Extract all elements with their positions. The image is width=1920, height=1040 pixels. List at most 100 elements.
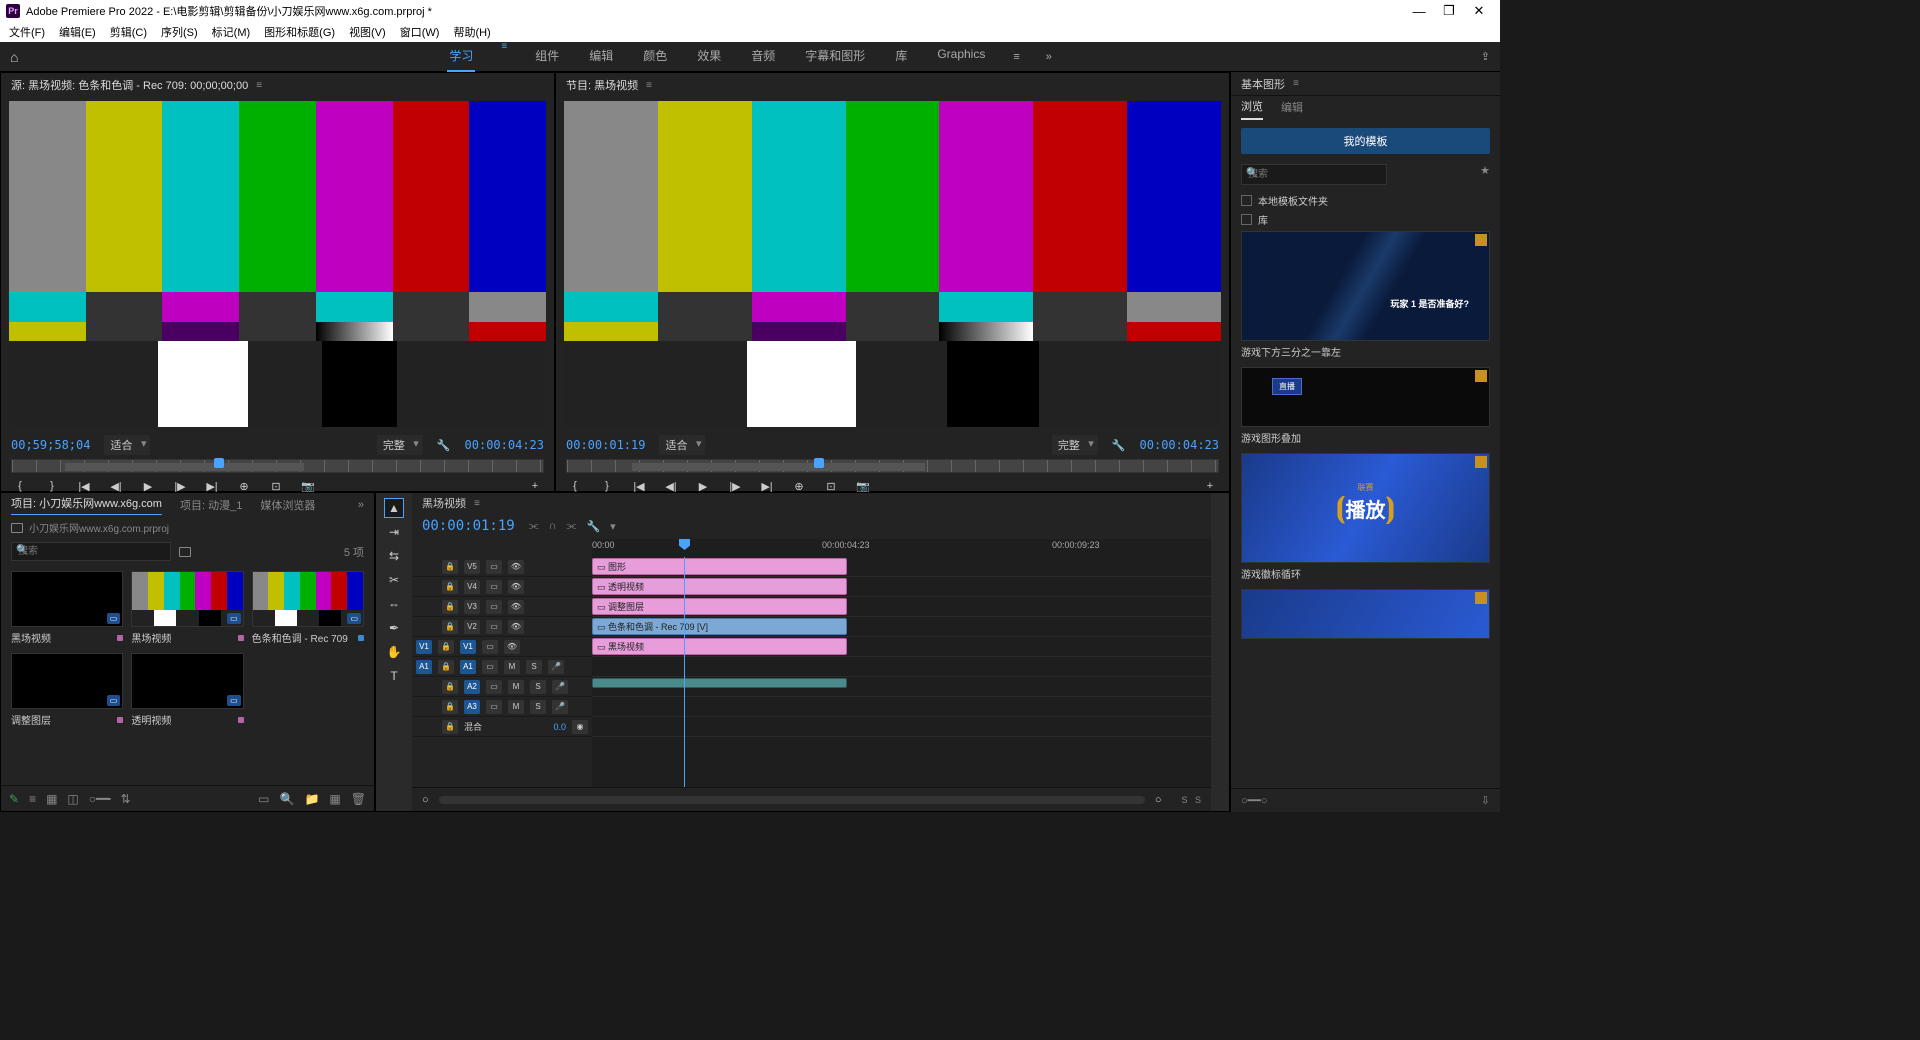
project-clip[interactable]: ▭透明视频 [131,653,243,727]
voice-icon[interactable]: 🎤 [552,680,568,694]
new-item-icon[interactable]: ✎ [9,792,19,806]
sync-toggle[interactable]: ▭ [486,580,502,594]
menu-item[interactable]: 帮助(H) [450,22,493,42]
project-clip[interactable]: ▭黑场视频 [131,571,243,645]
razor-tool[interactable]: ✂ [385,571,403,589]
video-track-header[interactable]: 🔒V2▭👁 [412,617,592,637]
eg-subtab[interactable]: 浏览 [1241,98,1263,120]
sync-toggle[interactable]: ▭ [486,600,502,614]
track-id[interactable]: A1 [460,660,476,674]
voice-icon[interactable]: 🎤 [548,660,564,674]
timeline-zoom-slider[interactable] [439,796,1145,804]
new-item-button[interactable]: ▦ [329,792,340,806]
install-icon[interactable]: ⇩ [1481,794,1490,807]
source-scrubber[interactable] [11,459,544,473]
zoom-slider[interactable]: ○━━○ [1241,794,1268,807]
timeline-clip[interactable]: ▭ 黑场视频 [592,638,847,655]
program-zoom-select[interactable]: 适合 [659,435,705,455]
bin-icon[interactable] [11,523,23,533]
program-preview[interactable] [564,101,1221,427]
video-track-header[interactable]: 🔒V3▭👁 [412,597,592,617]
workspace-tab[interactable]: 学习 [447,41,475,72]
workspace-more-icon[interactable]: » [1046,51,1052,63]
project-tab[interactable]: 媒体浏览器 [260,497,315,513]
lock-toggle[interactable]: 🔒 [438,660,454,674]
lock-toggle[interactable]: 🔒 [442,560,458,574]
solo-toggle[interactable]: S [530,680,546,694]
timeline-clip[interactable]: ▭ 色条和色调 - Rec 709 [V] [592,618,847,635]
lock-toggle[interactable]: 🔒 [442,700,458,714]
my-templates-button[interactable]: 我的模板 [1241,128,1490,154]
more-tabs-icon[interactable]: » [358,499,364,511]
menu-item[interactable]: 编辑(E) [56,22,99,42]
workspace-tab[interactable]: 编辑 [587,41,615,72]
auto-seq-icon[interactable]: ▭ [258,792,269,806]
eg-template-item[interactable]: 联赛⦗ 播放 ⦘游戏徽标循环 [1241,453,1490,581]
track-id[interactable]: V5 [464,560,480,574]
timeline-clip[interactable]: ▭ 图形 [592,558,847,575]
new-bin-icon[interactable]: 📁 [304,792,319,806]
settings-icon[interactable]: 🔧 [437,439,451,452]
track-id[interactable]: V3 [464,600,480,614]
sync-toggle[interactable]: ▭ [482,640,498,654]
visibility-toggle[interactable]: 👁 [504,640,520,654]
timeline-timecode[interactable]: 00:00:01:19 [422,518,515,534]
selection-tool[interactable]: ▲ [385,499,403,517]
icon-view-icon[interactable]: ▦ [46,792,57,806]
track-id[interactable]: V4 [464,580,480,594]
favorite-filter-icon[interactable]: ★ [1480,164,1490,185]
project-clip[interactable]: ▭色条和色调 - Rec 709 [252,571,364,645]
audio-track-header[interactable]: 🔒A2▭MS🎤 [412,677,592,697]
menu-item[interactable]: 剪辑(C) [107,22,150,42]
marker-icon[interactable]: ∩ [549,520,557,533]
menu-item[interactable]: 窗口(W) [397,22,443,42]
source-res-select[interactable]: 完整 [377,435,423,455]
menu-item[interactable]: 视图(V) [346,22,389,42]
markers-icon[interactable]: ▾ [610,520,616,533]
hand-tool[interactable]: ✋ [385,643,403,661]
project-tab[interactable]: 项目: 小刀娱乐网www.x6g.com [11,495,162,515]
workspace-tab[interactable]: 组件 [533,41,561,72]
playhead[interactable] [684,557,685,787]
menu-item[interactable]: 标记(M) [209,22,254,42]
source-timecode[interactable]: 00;59;58;04 [11,438,90,452]
menu-item[interactable]: 图形和标题(G) [261,22,338,42]
workspace-tab[interactable]: Graphics [935,41,987,72]
audio-track-header[interactable]: A1🔒A1▭MS🎤 [412,657,592,677]
eg-template-item[interactable]: 玩家 1 是否准备好?游戏下方三分之一靠左 [1241,231,1490,359]
workspace-menu-icon[interactable]: ≡ [1013,51,1019,63]
track-id[interactable]: A3 [464,700,480,714]
zoom-out-icon[interactable]: ○ [422,794,429,806]
sync-toggle[interactable]: ▭ [486,700,502,714]
ripple-tool[interactable]: ⇆ [385,547,403,565]
panel-menu-icon[interactable]: ≡ [1293,78,1299,89]
mute-toggle[interactable]: M [508,680,524,694]
panel-menu-icon[interactable]: ≡ [256,80,262,91]
snap-icon[interactable]: ⫘ [529,520,539,533]
eg-template-item[interactable]: 直播游戏图形叠加 [1241,367,1490,445]
lock-toggle[interactable]: 🔒 [442,680,458,694]
share-icon[interactable]: ⇪ [1481,50,1490,63]
home-button[interactable]: ⌂ [10,49,18,65]
program-timecode[interactable]: 00:00:01:19 [566,438,645,452]
bin-filter-icon[interactable] [179,547,191,557]
lock-toggle[interactable]: 🔒 [438,640,454,654]
pen-tool[interactable]: ✒ [385,619,403,637]
delete-icon[interactable]: 🗑 [351,792,366,806]
eg-filter-checkbox[interactable]: 库 [1241,212,1490,227]
source-preview[interactable] [9,101,546,427]
workspace-tab[interactable]: 效果 [695,41,723,72]
link-icon[interactable]: ⫘ [567,520,577,533]
lock-toggle[interactable]: 🔒 [442,620,458,634]
settings-icon[interactable]: 🔧 [586,520,600,533]
mute-toggle[interactable]: M [504,660,520,674]
type-tool[interactable]: T [385,667,403,685]
lock-toggle[interactable]: 🔒 [442,600,458,614]
mute-toggle[interactable]: M [508,700,524,714]
workspace-tab[interactable]: 库 [893,41,909,72]
sync-toggle[interactable]: ▭ [482,660,498,674]
visibility-toggle[interactable]: 👁 [508,560,524,574]
source-zoom-select[interactable]: 适合 [104,435,150,455]
settings-icon[interactable]: 🔧 [1112,439,1126,452]
workspace-active-menu-icon[interactable]: ≡ [501,41,507,72]
